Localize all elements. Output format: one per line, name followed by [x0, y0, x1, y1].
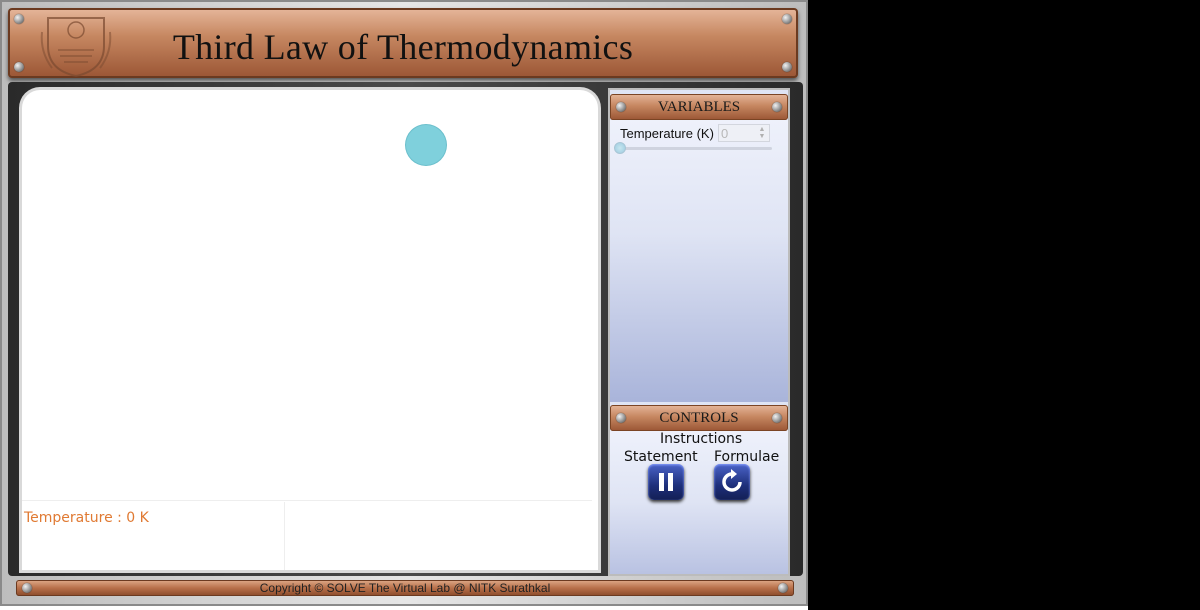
variables-body: Temperature (K) 0 ▲ ▼: [610, 120, 788, 402]
particle: [406, 125, 446, 165]
spinner-arrows-icon[interactable]: ▲ ▼: [756, 126, 768, 140]
main-area: Temperature : 0 K Temperature (K) 0 ▲ ▼ V…: [8, 82, 803, 576]
divider: [284, 502, 285, 570]
side-panel: Temperature (K) 0 ▲▼ VARIABLES CONTROLS: [610, 90, 788, 574]
statement-link[interactable]: Statement: [624, 449, 698, 465]
controls-header: CONTROLS: [610, 405, 788, 431]
pause-button[interactable]: [648, 464, 684, 500]
page-title: Third Law of Thermodynamics: [172, 27, 634, 67]
reset-icon: [722, 469, 742, 492]
footer-bar: Copyright © SOLVE The Virtual Lab @ NITK…: [16, 580, 794, 596]
instructions-link[interactable]: Instructions: [660, 431, 742, 447]
screw-icon: [14, 14, 24, 24]
background-black-region: [808, 0, 1200, 610]
controls-title: CONTROLS: [659, 410, 739, 426]
temperature-slider-thumb[interactable]: [614, 142, 626, 154]
variables-header: VARIABLES: [610, 94, 788, 120]
formulae-link[interactable]: Formulae: [714, 449, 779, 465]
temperature-input[interactable]: 0 ▲ ▼: [718, 124, 770, 142]
divider: [22, 500, 592, 501]
temperature-readout: Temperature : 0 K: [24, 510, 149, 526]
copyright-text: Copyright © SOLVE The Virtual Lab @ NITK…: [259, 581, 551, 595]
reset-button[interactable]: [714, 464, 750, 500]
temperature-label: Temperature (K): [620, 126, 714, 141]
simulation-canvas[interactable]: Temperature : 0 K: [22, 90, 598, 570]
app-frame: Third Law of Thermodynamics Temperature …: [0, 0, 808, 606]
variables-title: VARIABLES: [657, 99, 741, 115]
header-bar: Third Law of Thermodynamics: [8, 8, 798, 78]
screw-icon: [782, 14, 792, 24]
temperature-value: 0: [721, 126, 729, 141]
temperature-slider[interactable]: [618, 147, 772, 150]
pause-icon: [659, 473, 673, 491]
